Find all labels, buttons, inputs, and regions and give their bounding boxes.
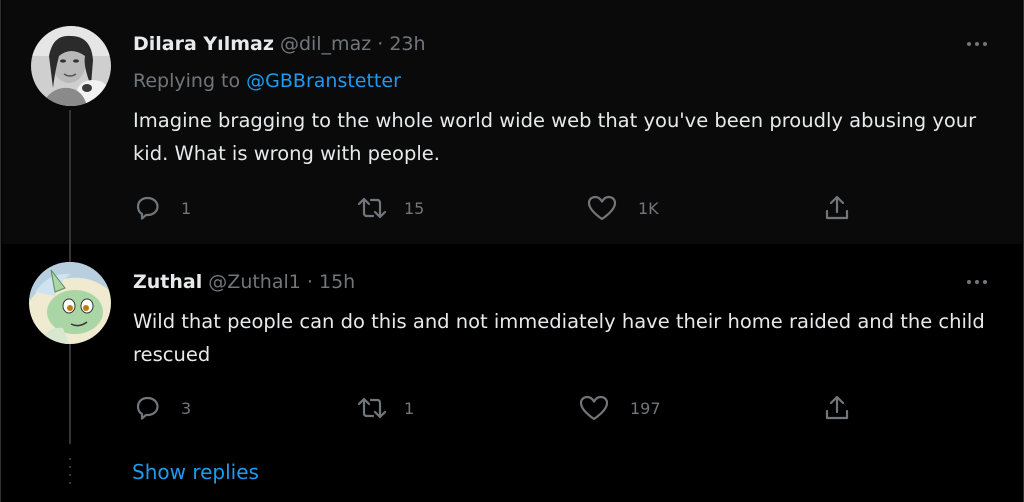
tweet-text: Wild that people can do this and not imm… — [133, 310, 985, 366]
thread-dot — [69, 482, 71, 484]
tweet-text: Imagine bragging to the whole world wide… — [133, 109, 977, 165]
share-icon — [825, 195, 849, 220]
timestamp[interactable]: 23h — [389, 33, 425, 55]
mention-link[interactable]: @GBBranstetter — [246, 70, 401, 92]
retweet-count: 15 — [404, 198, 425, 218]
profile-photo-icon — [31, 26, 111, 106]
reply-icon — [136, 396, 159, 420]
retweet-button[interactable]: 1 — [356, 393, 414, 423]
author-handle[interactable]: @dil_maz — [280, 33, 371, 55]
like-icon — [579, 395, 609, 421]
reply-thread: Dilara Yılmaz @dil_maz · 23h Replying to… — [0, 0, 1024, 502]
thread-dot — [69, 474, 71, 476]
more-icon[interactable] — [963, 272, 993, 292]
like-icon — [587, 195, 617, 221]
reply-icon — [136, 196, 159, 220]
tweet-zuthal[interactable]: Zuthal @Zuthal1 · 15h Wild that people c… — [2, 244, 1022, 444]
avatar[interactable] — [31, 26, 111, 106]
separator: · — [306, 271, 313, 293]
retweet-count: 1 — [404, 398, 415, 418]
tweet-header: Zuthal @Zuthal1 · 15h — [133, 271, 355, 293]
replying-to: Replying to @GBBranstetter — [133, 70, 401, 92]
share-button[interactable] — [822, 193, 852, 223]
reply-button[interactable]: 1 — [133, 193, 191, 223]
cartoon-pony-avatar-icon — [29, 262, 111, 344]
author-name[interactable]: Dilara Yılmaz — [133, 33, 274, 55]
thread-line — [69, 110, 71, 244]
timestamp[interactable]: 15h — [319, 271, 355, 293]
thread-dot — [69, 458, 71, 460]
retweet-icon — [357, 197, 387, 219]
reply-count: 1 — [181, 198, 192, 218]
tweet-header: Dilara Yılmaz @dil_maz · 23h — [133, 33, 426, 55]
like-button[interactable]: 197 — [578, 393, 661, 423]
tweet-dilara[interactable]: Dilara Yılmaz @dil_maz · 23h Replying to… — [2, 0, 1022, 244]
thread-line — [69, 344, 71, 444]
replying-prefix: Replying to — [133, 70, 247, 92]
more-icon[interactable] — [963, 34, 993, 54]
show-replies-link[interactable]: Show replies — [132, 460, 259, 484]
share-icon — [825, 395, 849, 420]
thread-line — [69, 244, 71, 262]
thread-dot — [69, 466, 71, 468]
retweet-icon — [357, 397, 387, 419]
separator: · — [377, 33, 384, 55]
like-button[interactable]: 1K — [586, 193, 659, 223]
author-handle[interactable]: @Zuthal1 — [208, 271, 301, 293]
share-button[interactable] — [822, 393, 852, 423]
author-name[interactable]: Zuthal — [133, 271, 202, 293]
like-count: 1K — [638, 198, 659, 218]
avatar[interactable] — [29, 262, 111, 344]
reply-count: 3 — [181, 398, 192, 418]
retweet-button[interactable]: 15 — [356, 193, 424, 223]
reply-button[interactable]: 3 — [133, 393, 191, 423]
like-count: 197 — [630, 398, 661, 418]
